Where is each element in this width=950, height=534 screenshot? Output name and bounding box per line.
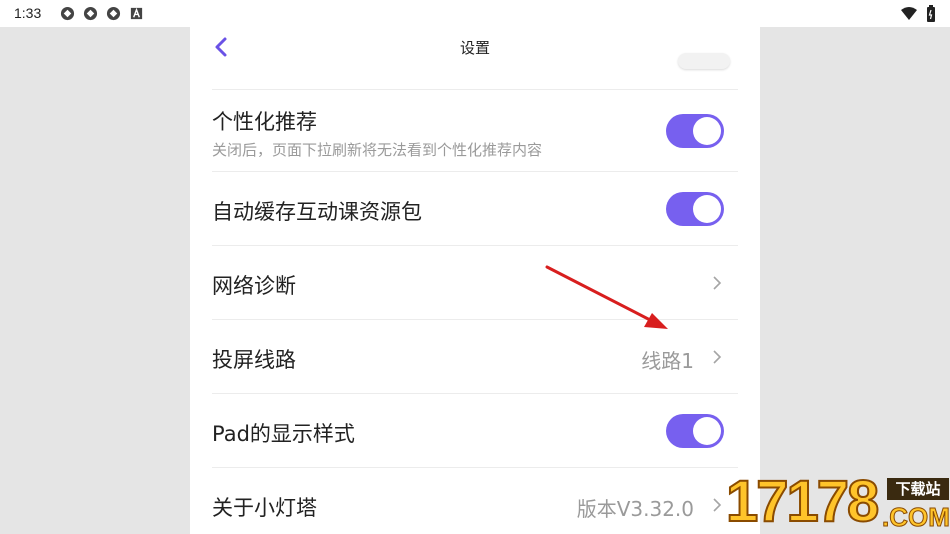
setting-label: 投屏线路: [212, 348, 296, 372]
page-title: 设置: [459, 39, 490, 57]
setting-label: 关于小灯塔: [212, 496, 317, 520]
watermark-number: 17178: [725, 469, 880, 534]
status-time: 1:33: [14, 5, 42, 21]
auto-cache-toggle[interactable]: [666, 192, 724, 226]
setting-label: 自动缓存互动课资源包: [212, 200, 422, 224]
toggle-knob: [693, 117, 721, 145]
wifi-icon: [901, 6, 917, 20]
status-notification-icons: [60, 6, 144, 21]
settings-panel: 设置 个性化推荐 关闭后，页面下拉刷新将无法看到个性化推荐内容 自动缓存互动课资…: [190, 27, 760, 534]
setting-row-about[interactable]: 关于小灯塔 版本V3.32.0: [212, 467, 738, 534]
font-a-icon: [130, 7, 143, 20]
chevron-right-icon: [713, 498, 722, 512]
sync-icon: [83, 6, 98, 21]
watermark-logo: 17178 下载站 .COM: [722, 470, 950, 534]
chevron-right-icon: [713, 276, 722, 290]
header: 设置: [190, 27, 760, 65]
setting-row-network-diagnosis[interactable]: 网络诊断: [212, 245, 738, 320]
status-system-icons: [900, 5, 936, 22]
setting-row-pad-display: Pad的显示样式: [212, 393, 738, 468]
setting-label: 网络诊断: [212, 274, 296, 298]
toggle-knob: [693, 417, 721, 445]
personalized-toggle[interactable]: [666, 114, 724, 148]
partial-toggle-switch[interactable]: [678, 53, 730, 69]
watermark-suffix: .COM: [882, 502, 950, 533]
setting-label: Pad的显示样式: [212, 422, 355, 446]
setting-row-personalized: 个性化推荐 关闭后，页面下拉刷新将无法看到个性化推荐内容: [212, 89, 738, 172]
setting-label: 个性化推荐: [212, 110, 317, 134]
watermark-tag: 下载站: [887, 478, 949, 500]
setting-value: 线路1: [641, 349, 694, 373]
toggle-knob: [693, 195, 721, 223]
setting-row-auto-cache: 自动缓存互动课资源包: [212, 171, 738, 246]
setting-row-cast-line[interactable]: 投屏线路 线路1: [212, 319, 738, 394]
setting-description: 关闭后，页面下拉刷新将无法看到个性化推荐内容: [212, 141, 543, 159]
chevron-right-icon: [713, 350, 722, 364]
sync-icon: [60, 6, 75, 21]
sync-icon: [106, 6, 121, 21]
pad-display-toggle[interactable]: [666, 414, 724, 448]
setting-value: 版本V3.32.0: [576, 497, 694, 521]
battery-icon: [927, 5, 935, 22]
status-bar: 1:33: [0, 0, 950, 27]
